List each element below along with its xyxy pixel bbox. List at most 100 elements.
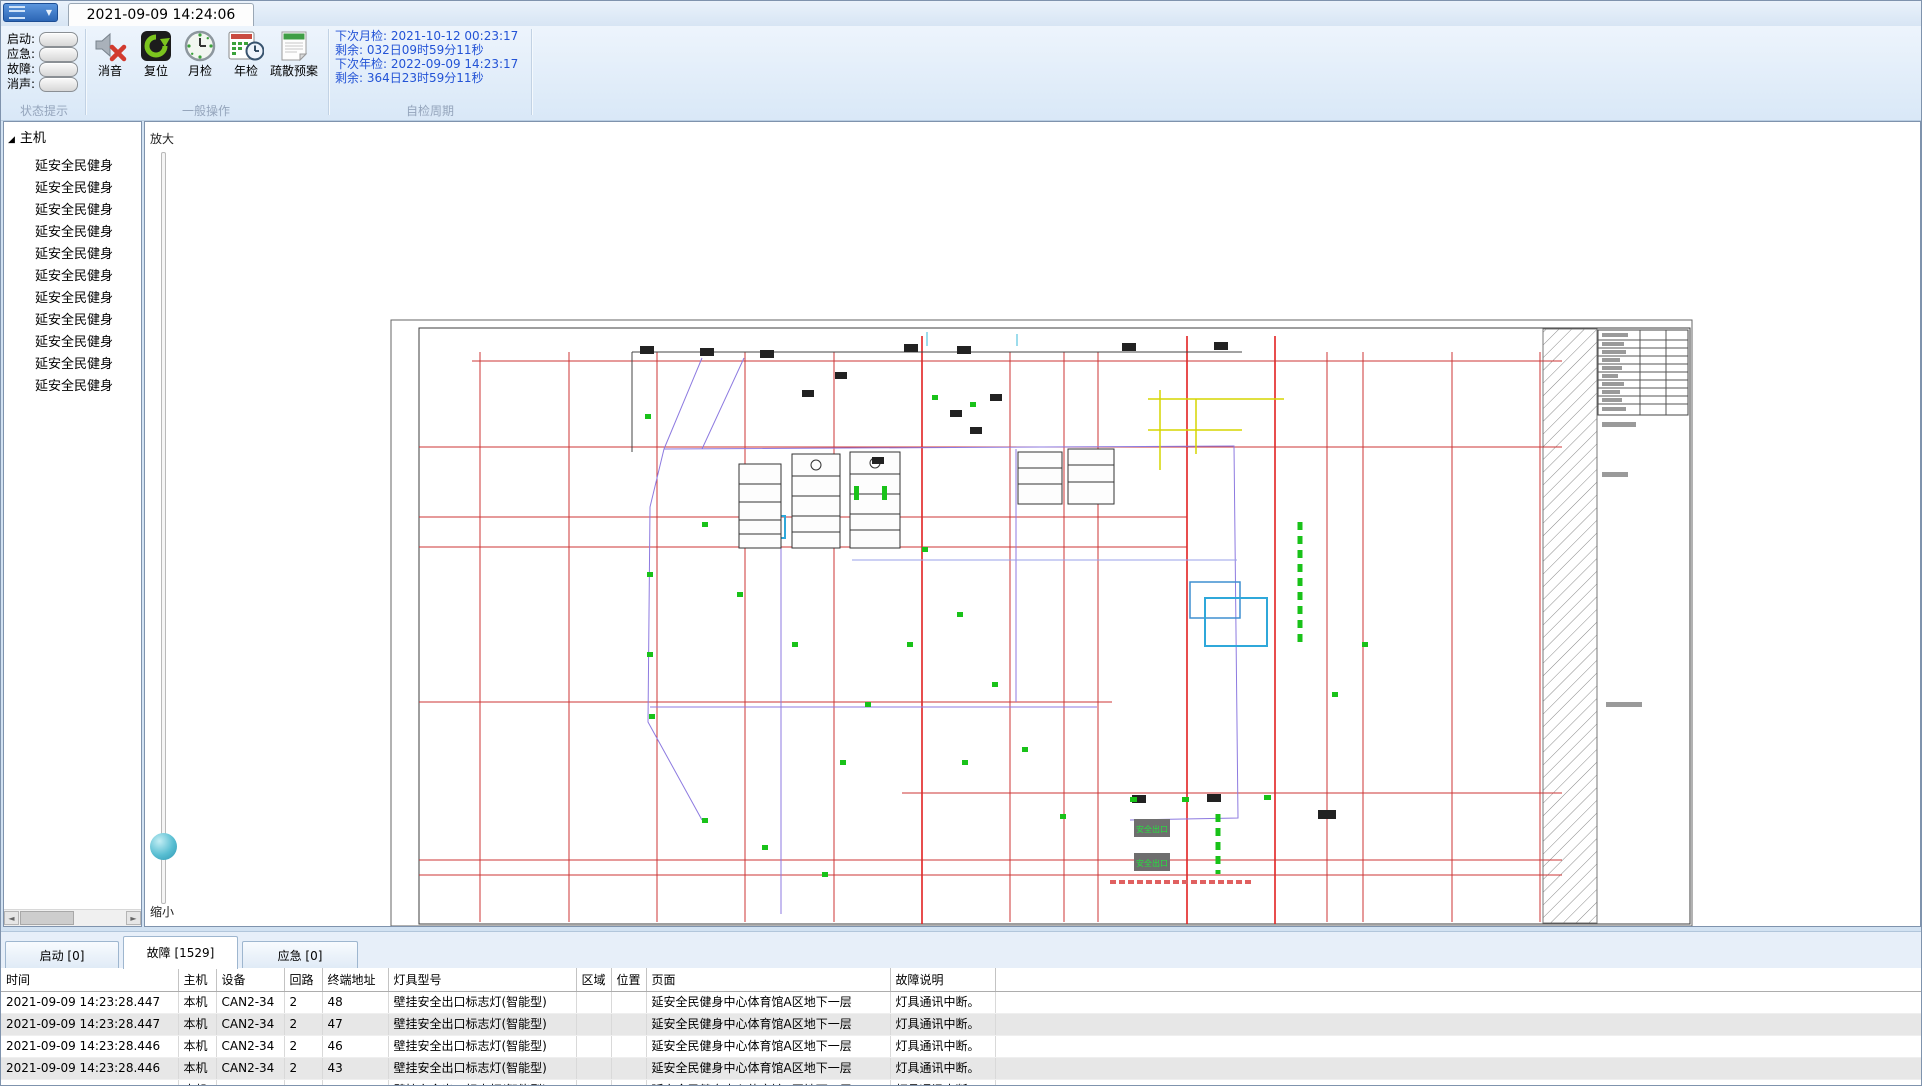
cell-position xyxy=(611,1080,646,1086)
tree-item[interactable]: 延安全民健身 xyxy=(35,334,113,352)
cell-loop: 2 xyxy=(284,1014,322,1036)
cell-filler xyxy=(995,1058,1921,1080)
ribbon-toolbar: 启动: 应急: 故障: 消声: 状态提示 消音 复位 xyxy=(1,26,1922,121)
col-header-filler xyxy=(995,968,1921,992)
cell-model: 壁挂安全出口标志灯(智能型) xyxy=(388,992,576,1014)
cell-filler xyxy=(995,1036,1921,1058)
mute-button-label: 消音 xyxy=(98,65,122,78)
tab-fault-events[interactable]: 故障 [1529] xyxy=(123,936,238,969)
monthly-check-button-label: 月检 xyxy=(188,65,212,78)
cell-area xyxy=(576,1080,611,1086)
monthly-check-button[interactable]: 月检 xyxy=(184,30,216,78)
tree-item[interactable]: 延安全民健身 xyxy=(35,246,113,264)
cell-device: CAN2-34 xyxy=(216,1036,284,1058)
cell-fault: 灯具通讯中断。 xyxy=(890,1014,995,1036)
scroll-left-icon[interactable]: ◄ xyxy=(4,911,19,925)
cell-device: CAN2-34 xyxy=(216,1058,284,1080)
table-row[interactable]: 2021-09-09 14:23:28.446本机CAN2-34243壁挂安全出… xyxy=(1,1058,1921,1080)
col-header-fault-description[interactable]: 故障说明 xyxy=(890,968,995,992)
col-header-host[interactable]: 主机 xyxy=(178,968,216,992)
group-label-status: 状态提示 xyxy=(3,102,85,119)
scrollbar-thumb[interactable] xyxy=(20,911,74,925)
table-row[interactable]: 2021-09-09 14:23:28.446本机CAN2-34246壁挂安全出… xyxy=(1,1036,1921,1058)
sidebar-horizontal-scrollbar[interactable]: ◄ ► xyxy=(4,909,141,926)
annual-check-icon xyxy=(228,30,264,62)
cell-host: 本机 xyxy=(178,992,216,1014)
cell-position xyxy=(611,1014,646,1036)
status-label-emergency: 应急: xyxy=(7,47,35,61)
scroll-right-icon[interactable]: ► xyxy=(126,911,141,925)
cell-device: CAN2-34 xyxy=(216,992,284,1014)
title-bar: ▼ 2021-09-09 14:24:06 xyxy=(1,1,1922,26)
tree-item[interactable]: 延安全民健身 xyxy=(35,356,113,374)
tree-item[interactable]: 延安全民健身 xyxy=(35,378,113,396)
cell-area xyxy=(576,992,611,1014)
datetime-tab[interactable]: 2021-09-09 14:24:06 xyxy=(68,3,254,27)
evacuation-plan-button[interactable]: 疏散预案 xyxy=(270,30,318,78)
cell-loop: 2 xyxy=(284,1036,322,1058)
app-menu-icon xyxy=(9,6,25,19)
cell-loop: 2 xyxy=(284,1080,322,1086)
cell-page: 延安全民健身中心体育馆A区地下一层 xyxy=(646,1058,890,1080)
exit-badge-text: 安全出口 xyxy=(1136,824,1168,834)
cell-area xyxy=(576,1036,611,1058)
cell-fault: 灯具通讯中断。 xyxy=(890,1036,995,1058)
table-row[interactable]: 2021-09-09 14:23:28.445本机CAN2-34242壁挂安全出… xyxy=(1,1080,1921,1086)
evacuation-plan-button-label: 疏散预案 xyxy=(270,65,318,78)
cell-page: 延安全民健身中心体育馆A区地下一层 xyxy=(646,1014,890,1036)
tree-item[interactable]: 延安全民健身 xyxy=(35,180,113,198)
reset-button-label: 复位 xyxy=(144,65,168,78)
table-row[interactable]: 2021-09-09 14:23:28.447本机CAN2-34248壁挂安全出… xyxy=(1,992,1921,1014)
annual-check-button[interactable]: 年检 xyxy=(228,30,264,78)
cell-terminal: 46 xyxy=(322,1036,388,1058)
cell-loop: 2 xyxy=(284,1058,322,1080)
cad-floor-plan: 安全出口 安全出口 xyxy=(145,122,1921,927)
cell-time: 2021-09-09 14:23:28.447 xyxy=(1,1014,178,1036)
exit-badge-text: 安全出口 xyxy=(1136,858,1168,868)
col-header-position[interactable]: 位置 xyxy=(611,968,646,992)
table-row[interactable]: 2021-09-09 14:23:28.447本机CAN2-34247壁挂安全出… xyxy=(1,1014,1921,1036)
floor-plan-canvas: 放大 缩小 xyxy=(144,121,1921,927)
col-header-page[interactable]: 页面 xyxy=(646,968,890,992)
tree-item[interactable]: 延安全民健身 xyxy=(35,290,113,308)
tree-item[interactable]: 延安全民健身 xyxy=(35,312,113,330)
status-label-start: 启动: xyxy=(7,32,35,46)
status-label-silenced: 消声: xyxy=(7,77,35,91)
monthly-remaining-text: 剩余: 032日09时59分11秒 xyxy=(335,43,484,57)
tree-root-host[interactable]: ◢主机 xyxy=(8,130,46,148)
tree-expand-icon[interactable]: ◢ xyxy=(8,131,15,149)
app-menu-button[interactable]: ▼ xyxy=(3,3,58,22)
tree-item[interactable]: 延安全民健身 xyxy=(35,224,113,242)
col-header-loop[interactable]: 回路 xyxy=(284,968,322,992)
tab-start-events[interactable]: 启动 [0] xyxy=(5,941,119,969)
next-annual-check-text: 下次年检: 2022-09-09 14:23:17 xyxy=(335,57,518,71)
reset-button[interactable]: 复位 xyxy=(140,30,172,78)
cell-position xyxy=(611,992,646,1014)
annual-check-button-label: 年检 xyxy=(234,65,258,78)
cell-page: 延安全民健身中心体育馆A区地下一层 xyxy=(646,1080,890,1086)
status-label-fault: 故障: xyxy=(7,62,35,76)
mute-icon xyxy=(93,30,127,62)
tree-item[interactable]: 延安全民健身 xyxy=(35,268,113,286)
col-header-area[interactable]: 区域 xyxy=(576,968,611,992)
mute-button[interactable]: 消音 xyxy=(93,30,127,78)
cell-loop: 2 xyxy=(284,992,322,1014)
status-indicator-fault xyxy=(39,62,78,77)
tab-emergency-events[interactable]: 应急 [0] xyxy=(242,941,358,969)
cell-host: 本机 xyxy=(178,1058,216,1080)
cell-page: 延安全民健身中心体育馆A区地下一层 xyxy=(646,992,890,1014)
col-header-terminal-address[interactable]: 终端地址 xyxy=(322,968,388,992)
cell-terminal: 47 xyxy=(322,1014,388,1036)
tree-item[interactable]: 延安全民健身 xyxy=(35,202,113,220)
exit-sign-badge: 安全出口 xyxy=(1134,819,1170,837)
cell-terminal: 48 xyxy=(322,992,388,1014)
tree-item[interactable]: 延安全民健身 xyxy=(35,158,113,176)
cell-fault: 灯具通讯中断。 xyxy=(890,1058,995,1080)
fault-event-table: 时间 主机 设备 回路 终端地址 灯具型号 区域 位置 页面 故障说明 2021… xyxy=(1,968,1922,1086)
col-header-lamp-model[interactable]: 灯具型号 xyxy=(388,968,576,992)
group-label-self-check: 自检周期 xyxy=(331,102,529,119)
col-header-time[interactable]: 时间 xyxy=(1,968,178,992)
col-header-device[interactable]: 设备 xyxy=(216,968,284,992)
device-tree-panel: ◢主机 延安全民健身 延安全民健身 延安全民健身 延安全民健身 延安全民健身 延… xyxy=(3,121,142,927)
cell-model: 壁挂安全出口标志灯(智能型) xyxy=(388,1014,576,1036)
